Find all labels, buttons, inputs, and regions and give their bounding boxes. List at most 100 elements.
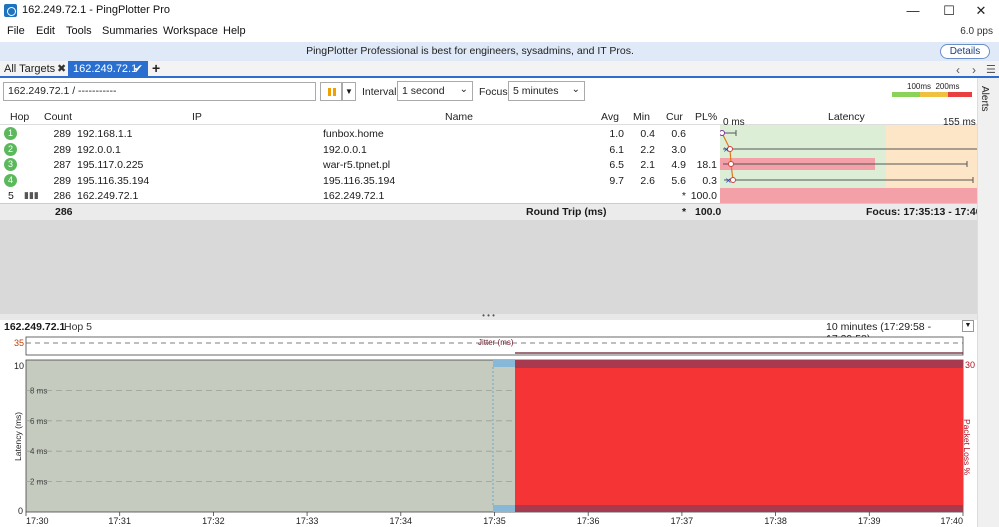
- summary-pl: 100.0: [695, 206, 722, 218]
- app-icon: [4, 4, 17, 17]
- menu-icon[interactable]: ☰: [986, 63, 996, 76]
- latency-scale-labels: 100ms 200ms: [907, 82, 959, 91]
- hop-min: 2.2: [640, 143, 655, 156]
- hop-name: 162.249.72.1: [323, 190, 385, 202]
- x-tick-label: 17:31: [108, 516, 131, 526]
- chevron-left-icon[interactable]: ‹: [956, 63, 960, 77]
- col-avg[interactable]: Avg: [601, 111, 619, 123]
- hop-min: 2.6: [640, 174, 655, 187]
- col-name[interactable]: Name: [445, 111, 473, 123]
- tab-target[interactable]: 162.249.72.1 ✔: [68, 61, 148, 78]
- timeline-graph: 35 Jitter (ms) 8 ms6 ms4 ms2 ms 10 0 30 …: [13, 336, 975, 526]
- chevron-down-icon[interactable]: ▼: [342, 82, 356, 101]
- check-icon: ✔: [133, 63, 143, 75]
- hop-min: 0.4: [640, 128, 655, 140]
- avg-point-hop1: [720, 130, 725, 136]
- pps-readout: 6.0 pps: [960, 26, 993, 37]
- scale-200-label: 200ms: [935, 82, 960, 91]
- y-tick-label: 6 ms: [30, 417, 47, 426]
- col-ip[interactable]: IP: [192, 111, 202, 123]
- info-banner: PingPlotter Professional is best for eng…: [0, 42, 999, 61]
- hop-cur: 3.0: [671, 143, 686, 156]
- right-axis-label: Packet Loss %: [962, 419, 972, 476]
- cur-marker-hop4: ×: [725, 176, 732, 185]
- hop-count: 289: [53, 174, 71, 187]
- hop-pl: 18.1: [696, 159, 717, 171]
- banner-text: PingPlotter Professional is best for eng…: [306, 45, 634, 57]
- hop-ip: 195.116.35.194: [77, 174, 150, 187]
- details-button[interactable]: Details: [940, 44, 990, 59]
- empty-table-area: [0, 220, 977, 314]
- col-latency[interactable]: Latency: [828, 111, 865, 123]
- chevron-down-icon: ⌄: [571, 84, 580, 95]
- hop-avg: 9.7: [609, 174, 624, 187]
- alerts-tab[interactable]: Alerts: [979, 86, 990, 112]
- hop-count: 287: [53, 159, 71, 171]
- window-title: 162.249.72.1 - PingPlotter Pro: [22, 4, 170, 16]
- hop-name: 195.116.35.194: [323, 174, 396, 187]
- interval-label: Interval: [362, 86, 397, 98]
- interval-select[interactable]: 1 second ⌄: [397, 81, 473, 101]
- hop-number: 4: [4, 173, 17, 187]
- x-tick-label: 17:36: [577, 516, 600, 526]
- menu-edit[interactable]: Edit: [36, 25, 55, 37]
- latency-band-top: [493, 360, 515, 367]
- add-tab-button[interactable]: +: [152, 60, 160, 76]
- pause-icon[interactable]: [320, 82, 342, 101]
- scale-100-label: 100ms: [907, 82, 932, 91]
- hop-number: 2: [4, 142, 17, 156]
- maximize-button[interactable]: ☐: [932, 0, 966, 22]
- col-count[interactable]: Count: [44, 111, 72, 123]
- target-address-input[interactable]: 162.249.72.1 / -----------: [3, 82, 316, 101]
- close-window-button[interactable]: ✕: [964, 0, 998, 22]
- menu-file[interactable]: File: [7, 25, 25, 37]
- loss-bar-hop5: [720, 188, 977, 203]
- x-tick-label: 17:34: [390, 516, 413, 526]
- chevron-down-icon: ⌄: [459, 84, 468, 95]
- hop-count: 286: [53, 190, 71, 202]
- focus-select[interactable]: 5 minutes ⌄: [508, 81, 585, 101]
- menu-tools[interactable]: Tools: [66, 25, 92, 37]
- minimize-button[interactable]: —: [896, 0, 930, 22]
- x-tick-label: 17:33: [296, 516, 319, 526]
- tab-all-targets[interactable]: All Targets: [4, 63, 55, 75]
- menu-summaries[interactable]: Summaries: [102, 25, 158, 37]
- packet-loss-top: [515, 360, 963, 368]
- hop-name: 192.0.0.1: [323, 143, 367, 156]
- menu-workspace[interactable]: Workspace: [163, 25, 218, 37]
- cur-marker-hop2: ×: [723, 145, 730, 154]
- graph-hop: Hop 5: [64, 321, 93, 333]
- jitter-label: Jitter (ms): [478, 338, 514, 347]
- col-hop[interactable]: Hop: [10, 111, 29, 123]
- packet-loss-region: [515, 360, 963, 512]
- interval-value: 1 second: [402, 85, 445, 97]
- col-min[interactable]: Min: [633, 111, 650, 123]
- hop-count: 289: [53, 128, 71, 140]
- summary-label: Round Trip (ms): [526, 206, 607, 218]
- col-pl[interactable]: PL%: [695, 111, 717, 123]
- avg-point-hop3: [728, 161, 734, 167]
- close-icon[interactable]: ✖: [57, 62, 66, 75]
- y-tick-label: 4 ms: [30, 447, 47, 456]
- hop-table-header: Hop Count IP Name Avg Min Cur PL% 0 ms L…: [0, 108, 977, 128]
- bar-chart-icon[interactable]: ▮▮▮: [24, 190, 39, 201]
- col-cur[interactable]: Cur: [666, 111, 683, 123]
- focus-value: 5 minutes: [513, 85, 559, 97]
- packet-loss-bottom: [515, 505, 963, 512]
- alerts-sidebar[interactable]: [977, 78, 999, 527]
- hop-number: 1: [4, 127, 17, 140]
- summary-count: 286: [55, 206, 73, 218]
- hop-ip: 195.117.0.225: [77, 159, 144, 171]
- chevron-right-icon[interactable]: ›: [972, 63, 976, 77]
- hop-cur: 0.6: [671, 128, 686, 140]
- y-axis-label: Latency (ms): [13, 412, 23, 461]
- hop-name: war-r5.tpnet.pl: [323, 159, 391, 171]
- menu-help[interactable]: Help: [223, 25, 246, 37]
- hop-number: 3: [4, 158, 17, 171]
- hop-ip: 192.0.0.1: [77, 143, 121, 156]
- x-tick-label: 17:40: [940, 516, 963, 526]
- y-tick-label: 8 ms: [30, 386, 47, 395]
- y-max-label: 10: [14, 361, 24, 371]
- chevron-down-icon[interactable]: ▼: [962, 320, 974, 332]
- round-trip-summary: 286 Round Trip (ms) * 100.0 Focus: 17:35…: [0, 203, 997, 220]
